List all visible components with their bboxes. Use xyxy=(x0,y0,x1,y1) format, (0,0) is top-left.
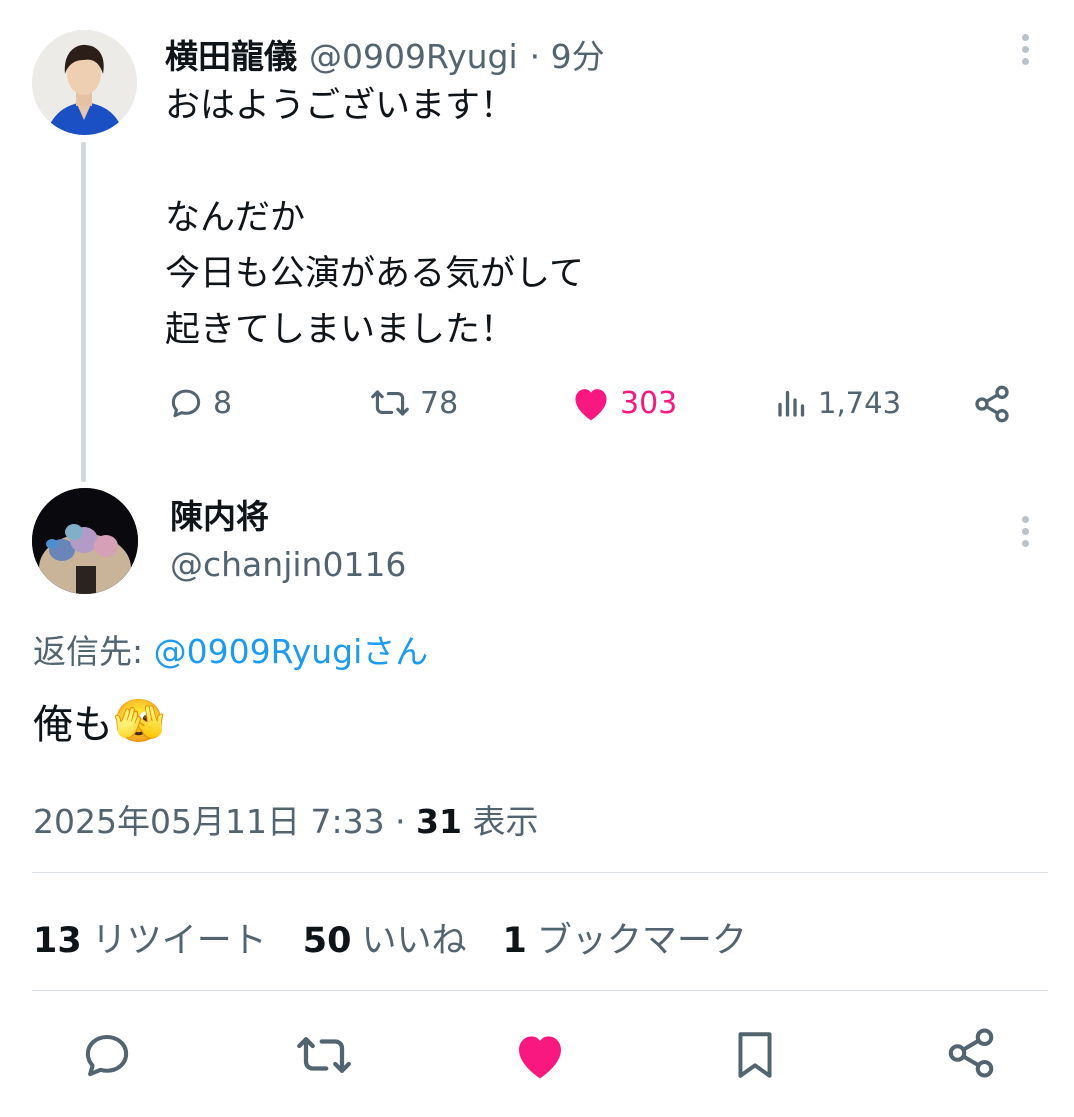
views-icon xyxy=(778,390,805,417)
bookmarks-label: ブックマーク xyxy=(536,921,747,961)
replying-to: 返信先: @0909Ryugiさん xyxy=(33,625,428,673)
parent-time[interactable]: · 9分 xyxy=(530,30,605,78)
retweet-button[interactable] xyxy=(292,1028,356,1082)
parent-retweet-action[interactable]: 78 xyxy=(368,384,458,422)
reply-more-icon[interactable] xyxy=(1022,516,1030,552)
bookmark-icon xyxy=(738,1032,772,1078)
parent-like-count: 303 xyxy=(620,385,678,421)
parent-more-icon[interactable] xyxy=(1022,34,1030,70)
reply-handle[interactable]: @chanjin0116 xyxy=(170,545,406,584)
parent-like-action[interactable]: 303 xyxy=(570,384,677,422)
reply-view-count: 31 xyxy=(416,802,462,841)
divider-top xyxy=(32,872,1048,873)
retweets-label: リツイート xyxy=(91,921,267,961)
retweet-icon xyxy=(297,1037,351,1073)
like-icon xyxy=(575,389,607,421)
peeking-face-emoji: 🫣 xyxy=(113,696,166,745)
parent-header: 横田龍儀 @0909Ryugi · 9分 xyxy=(165,30,605,78)
reply-tweet-text: 俺も xyxy=(33,702,113,748)
share-button[interactable] xyxy=(944,1026,998,1080)
thread-line xyxy=(81,142,86,482)
reply-icon xyxy=(85,1034,129,1077)
likes-label: いいね xyxy=(361,921,467,961)
parent-views-action[interactable]: 1,743 xyxy=(774,384,901,422)
reply-button[interactable] xyxy=(80,1028,134,1082)
reply-display-name[interactable]: 陳内将 xyxy=(170,490,269,538)
bookmarks-count: 1 xyxy=(502,921,527,961)
parent-tweet-text: おはようございます！ なんだか 今日も公演がある気がして 起きてしまいました！ xyxy=(165,86,584,350)
bookmark-button[interactable] xyxy=(730,1028,780,1082)
reply-prefix: 返信先: xyxy=(33,632,154,671)
engagement-stats: 13 リツイート 50 いいね 1 ブックマーク xyxy=(33,912,747,963)
likes-stat[interactable]: 50 いいね xyxy=(303,912,467,963)
reply-avatar[interactable] xyxy=(32,488,138,594)
parent-avatar[interactable] xyxy=(32,30,137,135)
like-icon xyxy=(519,1036,561,1079)
parent-retweet-count: 78 xyxy=(420,385,459,421)
parent-reply-count: 8 xyxy=(213,385,233,421)
like-button[interactable] xyxy=(512,1028,568,1082)
parent-handle[interactable]: @0909Ryugi xyxy=(309,37,518,76)
reply-icon xyxy=(171,389,201,418)
parent-views-count: 1,743 xyxy=(818,386,902,420)
parent-display-name[interactable]: 横田龍儀 xyxy=(165,30,297,78)
retweet-icon xyxy=(371,390,409,416)
retweets-stat[interactable]: 13 リツイート xyxy=(33,912,267,963)
parent-reply-action[interactable]: 8 xyxy=(167,384,232,422)
bookmarks-stat[interactable]: 1 ブックマーク xyxy=(502,912,746,963)
reply-view-label: 表示 xyxy=(461,802,539,841)
reply-target-link[interactable]: @0909Ryugiさん xyxy=(154,632,429,671)
reply-meta: 2025年05月11日 7:33 · 31 表示 xyxy=(33,795,538,843)
retweets-count: 13 xyxy=(33,921,82,961)
share-icon xyxy=(948,1028,994,1078)
reply-tweet-text-row: 俺も 🫣 xyxy=(33,692,165,750)
parent-share-icon[interactable] xyxy=(972,384,1012,428)
likes-count: 50 xyxy=(302,921,352,961)
divider-bottom xyxy=(32,990,1048,991)
reply-timestamp[interactable]: 2025年05月11日 7:33 · xyxy=(33,802,416,841)
